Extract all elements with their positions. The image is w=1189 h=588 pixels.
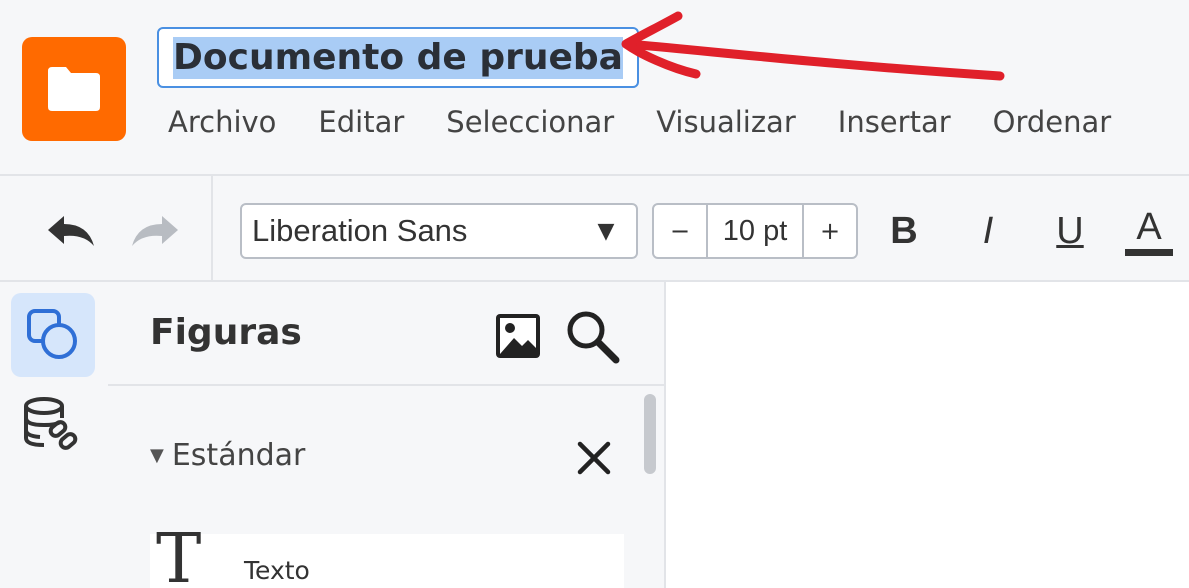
rail-shapes-button[interactable] [11, 293, 95, 377]
document-title-field[interactable]: Documento de prueba [157, 27, 639, 88]
shapes-panel-header: Figuras [108, 282, 664, 386]
toolbar: Liberation Sans ▼ − 10 pt + B I U A [0, 174, 1189, 282]
font-size-decrease-button[interactable]: − [654, 205, 706, 257]
underline-button[interactable]: U [1048, 206, 1092, 256]
drawing-canvas[interactable] [666, 282, 1189, 588]
font-size-stepper: − 10 pt + [652, 203, 858, 259]
folder-icon [48, 67, 100, 111]
left-rail [0, 282, 108, 588]
insert-image-button[interactable] [494, 312, 542, 360]
font-color-letter: A [1136, 205, 1162, 248]
font-color-button[interactable]: A [1124, 206, 1174, 256]
menu-seleccionar[interactable]: Seleccionar [446, 100, 656, 144]
search-icon [567, 311, 620, 364]
menu-ordenar[interactable]: Ordenar [993, 100, 1154, 144]
image-icon [496, 314, 540, 358]
app-header: Documento de prueba Archivo Editar Selec… [0, 0, 1189, 174]
italic-button[interactable]: I [968, 206, 1008, 256]
search-shapes-button[interactable] [564, 308, 620, 364]
shapes-icon [27, 309, 77, 359]
shapes-panel: Figuras ▼ Estándar T Texto [108, 282, 666, 588]
menu-editar[interactable]: Editar [318, 100, 446, 144]
redo-icon [132, 216, 178, 246]
section-estandar-toggle[interactable]: ▼ Estándar [150, 430, 305, 480]
font-family-select[interactable]: Liberation Sans ▼ [240, 203, 638, 259]
font-size-input[interactable]: 10 pt [706, 205, 804, 257]
menu-insertar[interactable]: Insertar [838, 100, 993, 144]
panel-title: Figuras [150, 312, 302, 353]
font-size-increase-button[interactable]: + [804, 205, 856, 257]
text-shape-icon: T [156, 520, 202, 588]
shape-item-text[interactable]: T Texto [150, 526, 624, 588]
redo-button[interactable] [128, 212, 182, 252]
shape-item-label: Texto [244, 556, 310, 585]
panel-scrollbar-thumb[interactable] [644, 394, 656, 474]
close-section-button[interactable] [572, 436, 616, 480]
close-icon [577, 441, 611, 475]
menu-bar: Archivo Editar Seleccionar Visualizar In… [168, 100, 1153, 144]
rail-data-button[interactable] [20, 394, 84, 458]
bold-button[interactable]: B [882, 206, 926, 256]
database-link-icon [24, 397, 78, 450]
caret-down-icon: ▼ [150, 444, 164, 466]
section-label: Estándar [171, 437, 306, 473]
font-color-swatch [1125, 248, 1173, 256]
app-logo[interactable] [22, 37, 126, 141]
undo-icon [48, 216, 94, 246]
menu-visualizar[interactable]: Visualizar [656, 100, 838, 144]
font-family-value: Liberation Sans [252, 213, 468, 248]
menu-archivo[interactable]: Archivo [168, 100, 318, 144]
document-title-text: Documento de prueba [173, 36, 623, 79]
chevron-down-icon: ▼ [597, 218, 615, 244]
toolbar-divider [211, 176, 213, 280]
undo-button[interactable] [44, 212, 98, 252]
